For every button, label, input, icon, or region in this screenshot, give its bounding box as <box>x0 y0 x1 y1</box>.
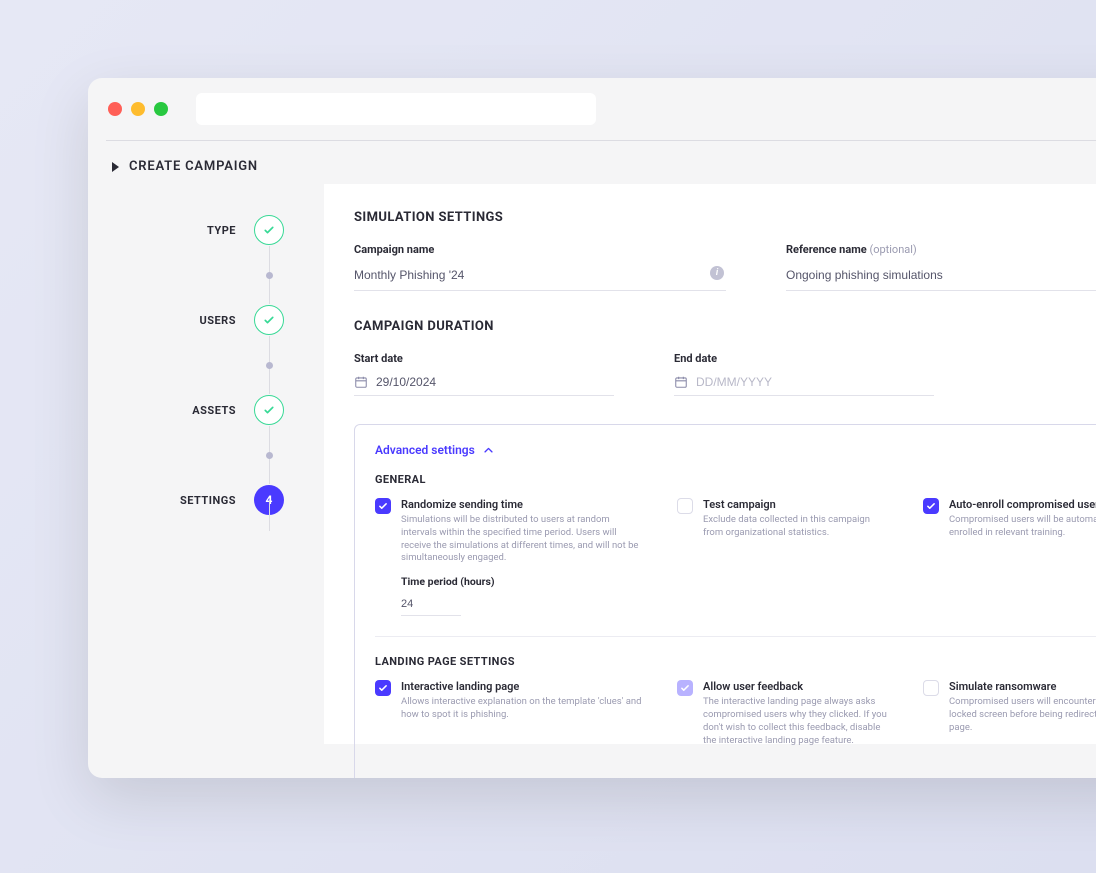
breadcrumb: CREATE CAMPAIGN <box>88 141 1096 184</box>
end-date-input[interactable] <box>696 375 934 389</box>
step-settings[interactable]: SETTINGS 4 <box>112 484 284 516</box>
field-start-date: Start date <box>354 352 614 396</box>
step-done-icon <box>254 305 284 335</box>
end-date-input-wrap[interactable] <box>674 373 934 396</box>
check-icon <box>680 683 690 693</box>
auto-enroll-desc: Compromised users will be automatica enr… <box>949 514 1096 540</box>
advanced-divider <box>375 636 1096 637</box>
step-connector <box>112 516 284 574</box>
randomize-checkbox[interactable] <box>375 498 391 514</box>
check-icon <box>263 404 275 416</box>
chevron-up-icon <box>483 445 494 456</box>
time-period-input[interactable] <box>401 595 461 616</box>
simulate-ransomware-checkbox[interactable] <box>923 680 939 696</box>
test-campaign-desc: Exclude data collected in this campaign … <box>703 514 891 540</box>
option-auto-enroll: Auto-enroll compromised users to tr Comp… <box>923 498 1096 616</box>
end-date-label: End date <box>674 352 934 365</box>
advanced-settings-label: Advanced settings <box>375 443 475 457</box>
auto-enroll-title: Auto-enroll compromised users to tr <box>949 498 1096 511</box>
check-icon <box>378 501 388 511</box>
option-randomize-sending: Randomize sending time Simulations will … <box>375 498 645 616</box>
step-users[interactable]: USERS <box>112 304 284 336</box>
close-window-button[interactable] <box>108 102 122 116</box>
step-connector <box>112 246 284 304</box>
section-title-simulation: SIMULATION SETTINGS <box>354 210 1096 225</box>
option-allow-feedback: Allow user feedback The interactive land… <box>677 680 891 747</box>
option-test-campaign: Test campaign Exclude data collected in … <box>677 498 891 616</box>
step-label: SETTINGS <box>180 494 236 507</box>
test-campaign-checkbox[interactable] <box>677 498 693 514</box>
simulate-ransomware-title: Simulate ransomware <box>949 680 1096 693</box>
time-period-label: Time period (hours) <box>401 575 645 588</box>
randomize-title: Randomize sending time <box>401 498 645 511</box>
reference-name-input[interactable] <box>786 264 1096 291</box>
simulate-ransomware-desc: Compromised users will encounter a bri l… <box>949 696 1096 734</box>
interactive-landing-desc: Allows interactive explanation on the te… <box>401 696 645 722</box>
step-done-icon <box>254 215 284 245</box>
info-icon[interactable]: i <box>710 266 724 280</box>
test-campaign-title: Test campaign <box>703 498 891 511</box>
advanced-settings-panel: Advanced settings GENERAL Randomize send… <box>354 424 1096 778</box>
allow-feedback-title: Allow user feedback <box>703 680 891 693</box>
check-icon <box>378 683 388 693</box>
step-label: TYPE <box>207 224 236 237</box>
breadcrumb-title: CREATE CAMPAIGN <box>129 159 258 174</box>
section-title-duration: CAMPAIGN DURATION <box>354 319 1096 334</box>
allow-feedback-desc: The interactive landing page always asks… <box>703 696 891 747</box>
app-window: CREATE CAMPAIGN TYPE USERS ASSETS <box>88 78 1096 778</box>
field-reference-name: Reference name (optional) <box>786 243 1096 291</box>
interactive-landing-title: Interactive landing page <box>401 680 645 693</box>
step-connector <box>112 426 284 484</box>
landing-subtitle: LANDING PAGE SETTINGS <box>375 655 1096 668</box>
main-panel: SIMULATION SETTINGS Campaign name i Refe… <box>324 184 1096 744</box>
advanced-settings-toggle[interactable]: Advanced settings <box>375 443 1096 457</box>
campaign-name-input[interactable] <box>354 264 726 291</box>
option-simulate-ransomware: Simulate ransomware Compromised users wi… <box>923 680 1096 747</box>
wizard-stepper: TYPE USERS ASSETS SETTI <box>112 184 284 744</box>
start-date-label: Start date <box>354 352 614 365</box>
general-subtitle: GENERAL <box>375 473 1096 486</box>
step-connector <box>112 336 284 394</box>
step-label: USERS <box>199 314 236 327</box>
step-assets[interactable]: ASSETS <box>112 394 284 426</box>
calendar-icon <box>674 375 688 389</box>
interactive-landing-checkbox[interactable] <box>375 680 391 696</box>
caret-right-icon <box>112 162 119 172</box>
address-bar[interactable] <box>196 93 596 125</box>
traffic-lights <box>108 102 168 116</box>
option-interactive-landing: Interactive landing page Allows interact… <box>375 680 645 747</box>
field-end-date: End date <box>674 352 934 396</box>
minimize-window-button[interactable] <box>131 102 145 116</box>
field-campaign-name: Campaign name i <box>354 243 726 291</box>
maximize-window-button[interactable] <box>154 102 168 116</box>
start-date-input[interactable] <box>376 375 614 389</box>
check-icon <box>263 314 275 326</box>
check-icon <box>263 224 275 236</box>
start-date-input-wrap[interactable] <box>354 373 614 396</box>
campaign-name-label: Campaign name <box>354 243 726 256</box>
step-type[interactable]: TYPE <box>112 214 284 246</box>
calendar-icon <box>354 375 368 389</box>
allow-feedback-checkbox[interactable] <box>677 680 693 696</box>
auto-enroll-checkbox[interactable] <box>923 498 939 514</box>
randomize-desc: Simulations will be distributed to users… <box>401 514 645 565</box>
step-done-icon <box>254 395 284 425</box>
check-icon <box>926 501 936 511</box>
time-period-field: Time period (hours) <box>401 575 645 616</box>
step-label: ASSETS <box>192 404 236 417</box>
window-titlebar <box>88 78 1096 140</box>
reference-name-label: Reference name (optional) <box>786 243 1096 256</box>
